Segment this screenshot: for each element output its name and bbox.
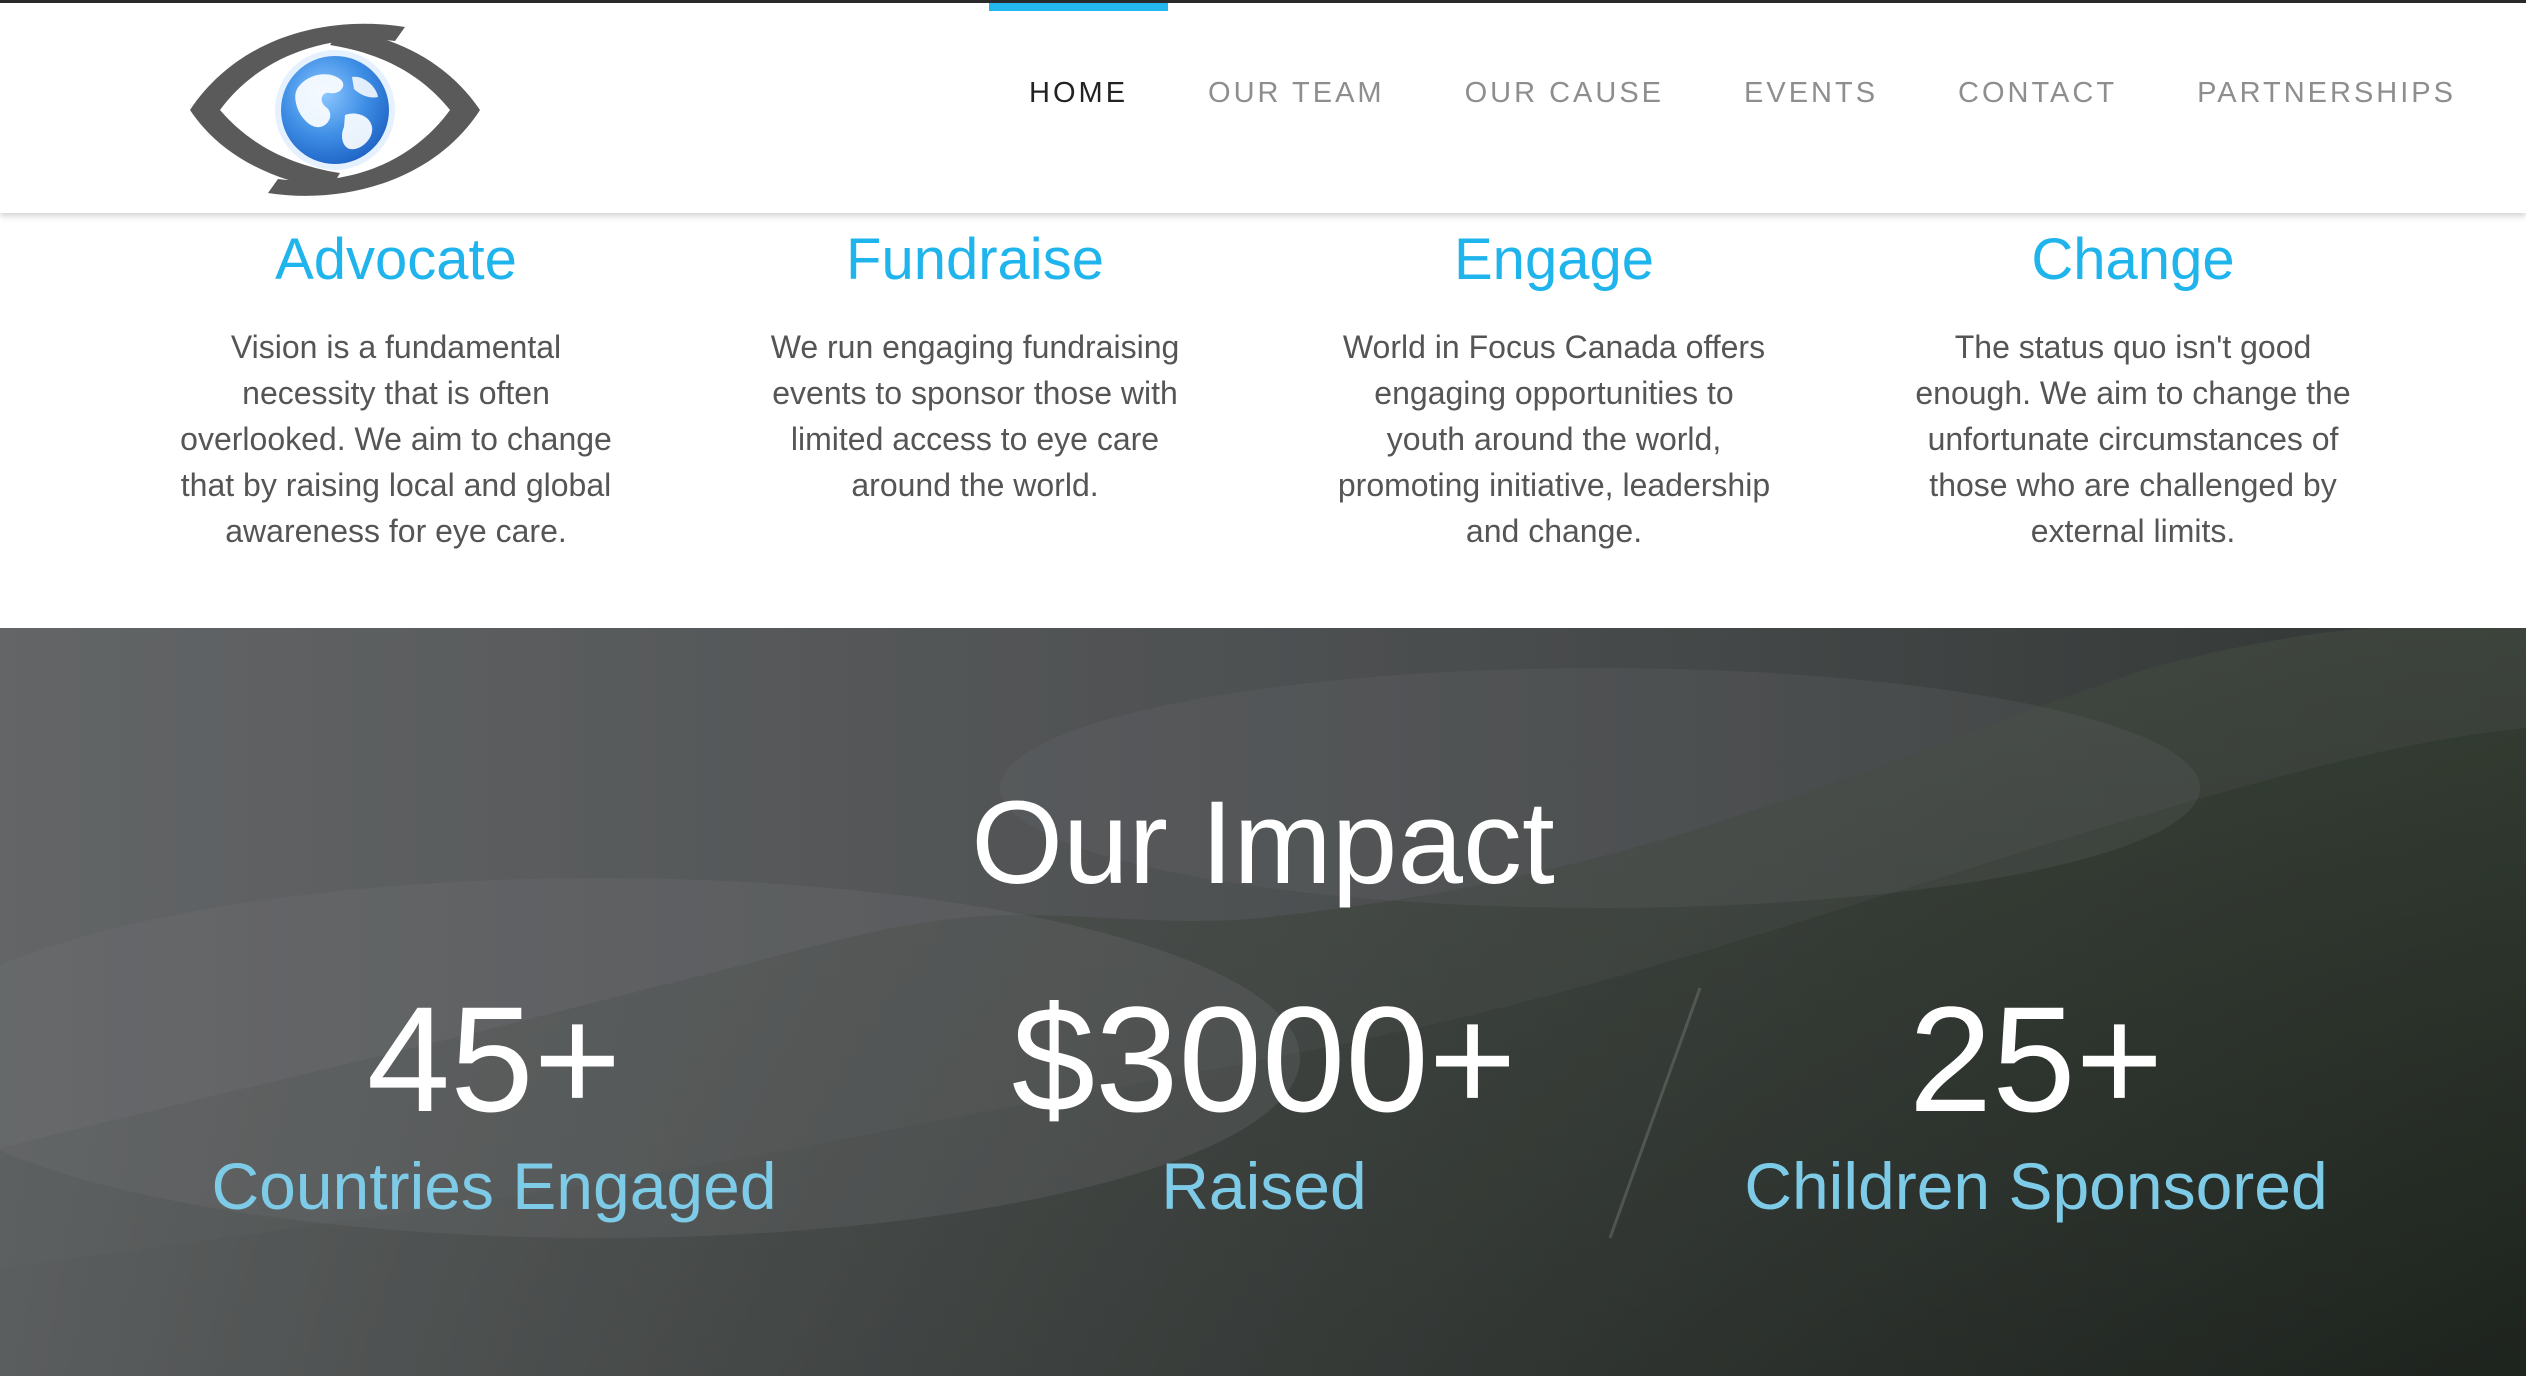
stat-children: 25+ Children Sponsored xyxy=(1696,974,2376,1228)
feature-title: Change xyxy=(2031,227,2235,292)
feature-text: We run engaging fundraising events to sp… xyxy=(770,329,1180,503)
eye-globe-icon xyxy=(190,23,480,196)
feature-text: Vision is a fundamental necessity that i… xyxy=(180,329,612,549)
stat-label: Raised xyxy=(1161,1149,1367,1223)
nav-item-label: OUR CAUSE xyxy=(1464,76,1665,109)
page: HOME OUR TEAM OUR CAUSE EVENTS CONTACT P… xyxy=(0,0,2526,1376)
stat-countries: 45+ Countries Engaged xyxy=(154,974,834,1228)
logo[interactable] xyxy=(180,15,490,205)
feature-engage: Engage World in Focus Canada offers enga… xyxy=(1324,224,1784,554)
feature-fundraise: Fundraise We run engaging fundraising ev… xyxy=(745,224,1205,508)
nav-item-events[interactable]: EVENTS xyxy=(1704,3,1918,183)
feature-title: Engage xyxy=(1454,227,1654,292)
impact-section: Our Impact 45+ Countries Engaged $3000+ … xyxy=(0,628,2526,1376)
stat-number: $3000+ xyxy=(1011,975,1517,1143)
site-header: HOME OUR TEAM OUR CAUSE EVENTS CONTACT P… xyxy=(0,0,2526,213)
nav-item-label: PARTNERSHIPS xyxy=(2197,76,2456,109)
feature-title: Fundraise xyxy=(846,227,1104,292)
stat-label: Children Sponsored xyxy=(1744,1149,2328,1223)
nav-item-label: OUR TEAM xyxy=(1208,76,1385,109)
nav-item-home[interactable]: HOME xyxy=(989,3,1169,183)
stat-raised: $3000+ Raised xyxy=(924,974,1604,1228)
nav-item-partnerships[interactable]: PARTNERSHIPS xyxy=(2157,3,2526,183)
nav-item-our-team[interactable]: OUR TEAM xyxy=(1168,3,1425,183)
features-section: Advocate Vision is a fundamental necessi… xyxy=(0,210,2526,628)
nav-item-our-cause[interactable]: OUR CAUSE xyxy=(1425,3,1704,183)
nav-item-label: HOME xyxy=(1029,76,1129,109)
feature-text: The status quo isn't good enough. We aim… xyxy=(1915,329,2351,549)
stat-number: 25+ xyxy=(1908,975,2164,1143)
feature-text: World in Focus Canada offers engaging op… xyxy=(1337,329,1771,549)
nav-item-label: EVENTS xyxy=(1744,76,1879,109)
main-nav: HOME OUR TEAM OUR CAUSE EVENTS CONTACT P… xyxy=(989,3,2526,183)
feature-change: Change The status quo isn't good enough.… xyxy=(1903,224,2363,554)
stat-label: Countries Engaged xyxy=(211,1149,777,1223)
impact-title: Our Impact xyxy=(971,777,1555,909)
nav-item-contact[interactable]: CONTACT xyxy=(1918,3,2157,183)
nav-item-label: CONTACT xyxy=(1958,76,2118,109)
feature-title: Advocate xyxy=(275,227,517,292)
stat-number: 45+ xyxy=(366,975,622,1143)
feature-advocate: Advocate Vision is a fundamental necessi… xyxy=(166,224,626,554)
